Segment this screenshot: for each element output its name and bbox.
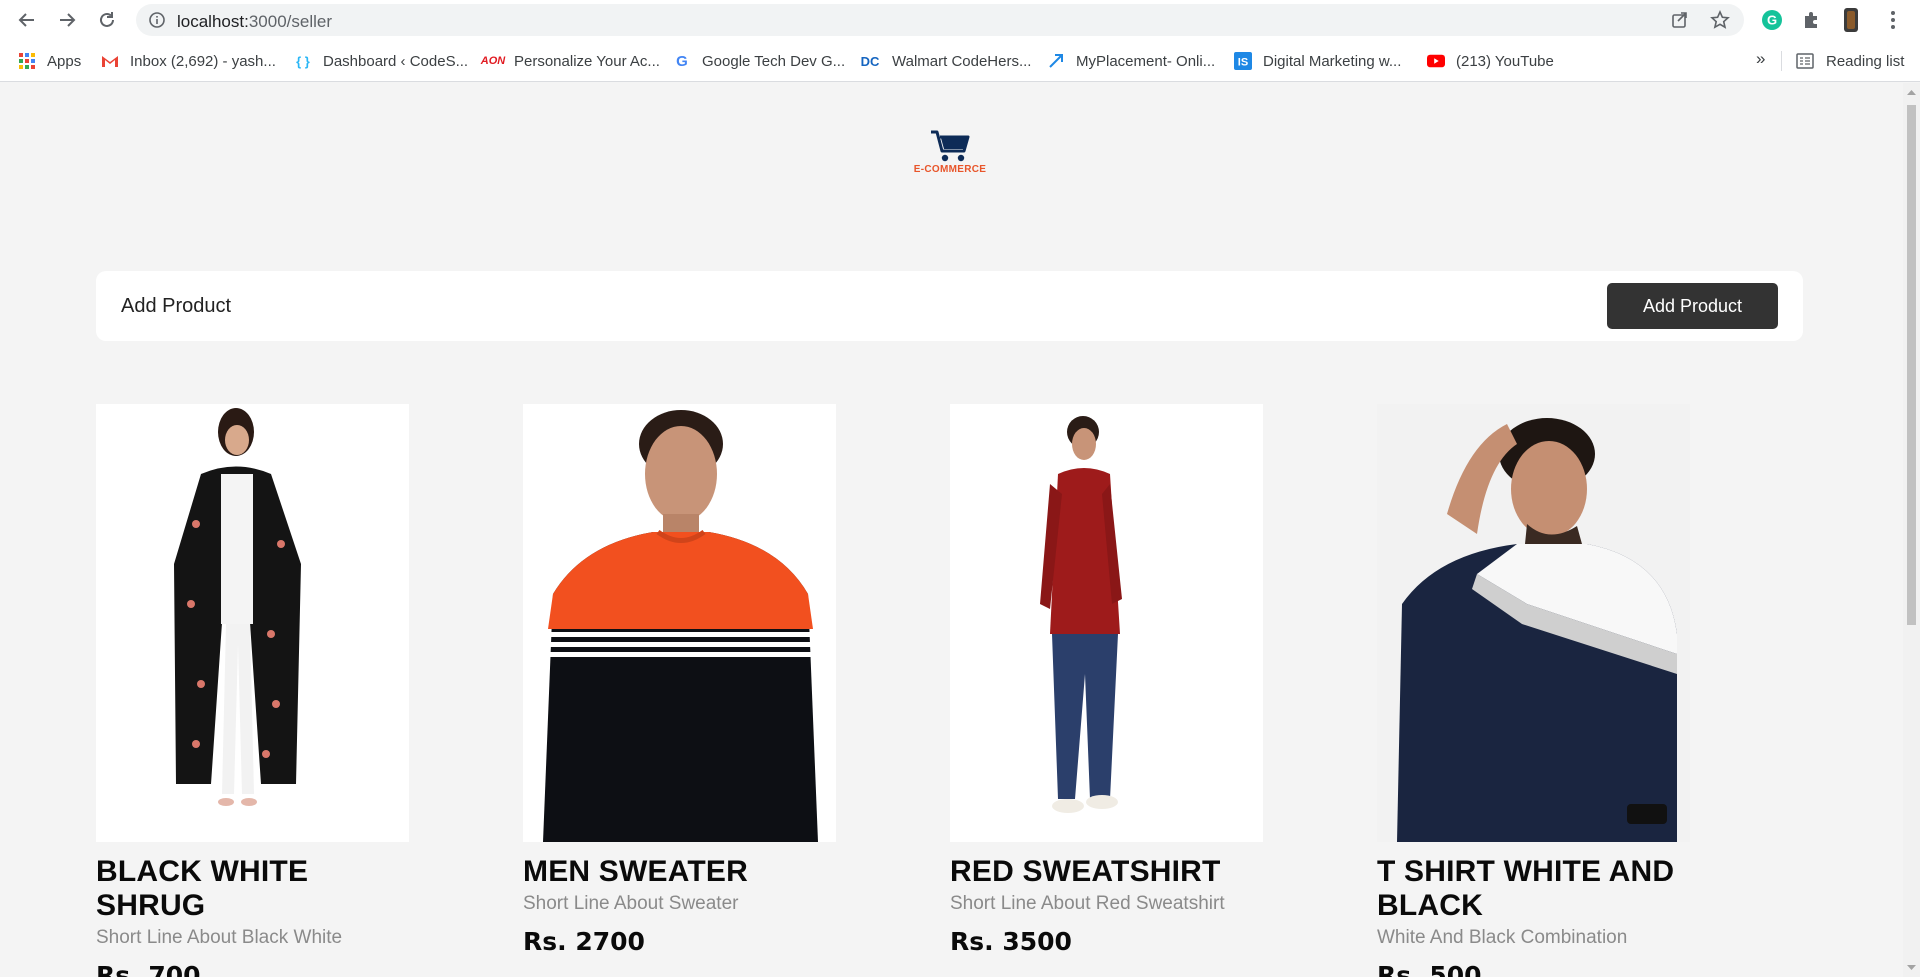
site-info-icon[interactable]: [148, 11, 166, 29]
browser-toolbar: localhost:3000/seller G: [0, 0, 1920, 40]
add-product-bar: Add Product Add Product: [96, 271, 1803, 341]
bookmark-codes[interactable]: { } Dashboard ‹ CodeS...: [294, 49, 468, 73]
bookmark-gmail[interactable]: Inbox (2,692) - yash...: [101, 49, 276, 73]
reading-list-label: Reading list: [1826, 52, 1905, 70]
is-icon: IS: [1234, 52, 1252, 70]
bookmark-star-icon[interactable]: [1709, 9, 1731, 31]
bookmark-label: Personalize Your Ac...: [514, 52, 660, 70]
bookmark-label: Google Tech Dev G...: [702, 52, 846, 70]
braces-icon: { }: [296, 53, 310, 69]
bookmark-walmart[interactable]: DC Walmart CodeHers...: [859, 49, 1032, 73]
product-card[interactable]: T SHIRT WHITE AND BLACK White And Black …: [1377, 404, 1690, 977]
sweatshirt-image: [950, 404, 1263, 842]
product-title: T SHIRT WHITE AND BLACK: [1377, 855, 1675, 922]
gmail-icon: [101, 52, 119, 70]
product-description: White And Black Combination: [1377, 927, 1628, 948]
reading-list-icon: [1796, 53, 1814, 69]
product-card[interactable]: BLACK WHITE SHRUG Short Line About Black…: [96, 404, 409, 977]
product-price: Rs. 700: [96, 961, 201, 977]
logo-text: E-COMMERCE: [913, 164, 987, 175]
back-arrow-icon[interactable]: [13, 6, 41, 34]
bookmark-apps[interactable]: Apps: [18, 49, 81, 73]
sweater-image: [523, 404, 836, 842]
product-description: Short Line About Black White: [96, 927, 343, 948]
arrow-icon: [1047, 52, 1065, 70]
product-price: Rs. 500: [1377, 961, 1482, 977]
bookmark-label: Apps: [47, 52, 82, 70]
bookmarks-divider: [1781, 51, 1782, 71]
address-bar[interactable]: localhost:3000/seller: [136, 4, 1744, 36]
bookmark-label: Walmart CodeHers...: [892, 52, 1032, 70]
shrug-image: [96, 404, 409, 842]
aon-icon: AON: [480, 55, 506, 67]
product-description: Short Line About Sweater: [523, 893, 739, 914]
forward-arrow-icon[interactable]: [53, 6, 81, 34]
product-image[interactable]: [96, 404, 409, 842]
extensions-puzzle-icon[interactable]: [1800, 8, 1824, 32]
url-path: 3000/seller: [248, 12, 332, 31]
page-scrollbar[interactable]: [1903, 83, 1920, 977]
bookmarks-bar: Apps Inbox (2,692) - yash... { } Dashboa…: [0, 40, 1920, 82]
bookmark-digital-marketing[interactable]: IS Digital Marketing w...: [1234, 49, 1401, 73]
tshirt-image: [1377, 404, 1690, 842]
scroll-up-arrow-icon[interactable]: [1907, 88, 1916, 97]
product-card[interactable]: MEN SWEATER Short Line About Sweater Rs.…: [523, 404, 836, 957]
bookmark-label: Dashboard ‹ CodeS...: [323, 52, 469, 70]
bookmark-myplacement[interactable]: MyPlacement- Onli...: [1047, 49, 1215, 73]
bookmark-label: Inbox (2,692) - yash...: [130, 52, 276, 70]
product-image[interactable]: [1377, 404, 1690, 842]
add-product-button[interactable]: Add Product: [1607, 283, 1778, 329]
product-price: Rs. 2700: [523, 927, 645, 956]
url-text: localhost:3000/seller: [177, 12, 332, 32]
url-host: localhost:: [177, 12, 249, 31]
browser-menu-icon[interactable]: [1881, 8, 1905, 32]
product-title: MEN SWEATER: [523, 855, 748, 888]
google-icon: G: [676, 52, 688, 70]
product-image[interactable]: [523, 404, 836, 842]
scroll-down-arrow-icon[interactable]: [1907, 963, 1916, 972]
product-image[interactable]: [950, 404, 1263, 842]
bookmark-google[interactable]: G Google Tech Dev G...: [673, 49, 845, 73]
reload-icon[interactable]: [93, 6, 121, 34]
product-card[interactable]: RED SWEATSHIRT Short Line About Red Swea…: [950, 404, 1263, 957]
shopping-cart-icon: [931, 130, 970, 162]
dc-icon: DC: [860, 53, 880, 69]
product-title: RED SWEATSHIRT: [950, 855, 1221, 888]
ecommerce-logo[interactable]: E-COMMERCE: [906, 129, 994, 189]
add-product-heading: Add Product: [121, 295, 232, 317]
share-icon[interactable]: [1669, 9, 1691, 31]
bookmark-label: MyPlacement- Onli...: [1076, 52, 1216, 70]
page-viewport: E-COMMERCE Add Product Add Product BLACK…: [0, 83, 1903, 977]
youtube-icon: [1427, 52, 1445, 70]
profile-avatar-icon[interactable]: [1839, 8, 1863, 32]
more-bookmarks-chevron-icon[interactable]: »: [1756, 49, 1765, 69]
product-description: Short Line About Red Sweatshirt: [950, 893, 1225, 914]
grammarly-icon[interactable]: G: [1760, 8, 1784, 32]
bookmark-label: Digital Marketing w...: [1263, 52, 1402, 70]
product-price: Rs. 3500: [950, 927, 1072, 956]
bookmark-aon[interactable]: AON Personalize Your Ac...: [480, 49, 660, 73]
apps-grid-icon: [18, 52, 36, 70]
scrollbar-thumb[interactable]: [1907, 105, 1916, 625]
product-title: BLACK WHITE SHRUG: [96, 855, 309, 922]
svg-text:G: G: [1767, 13, 1777, 28]
reading-list-button[interactable]: Reading list: [1796, 49, 1904, 73]
bookmark-youtube[interactable]: (213) YouTube: [1427, 49, 1554, 73]
bookmark-label: (213) YouTube: [1456, 52, 1554, 70]
svg-text:IS: IS: [1238, 57, 1248, 69]
